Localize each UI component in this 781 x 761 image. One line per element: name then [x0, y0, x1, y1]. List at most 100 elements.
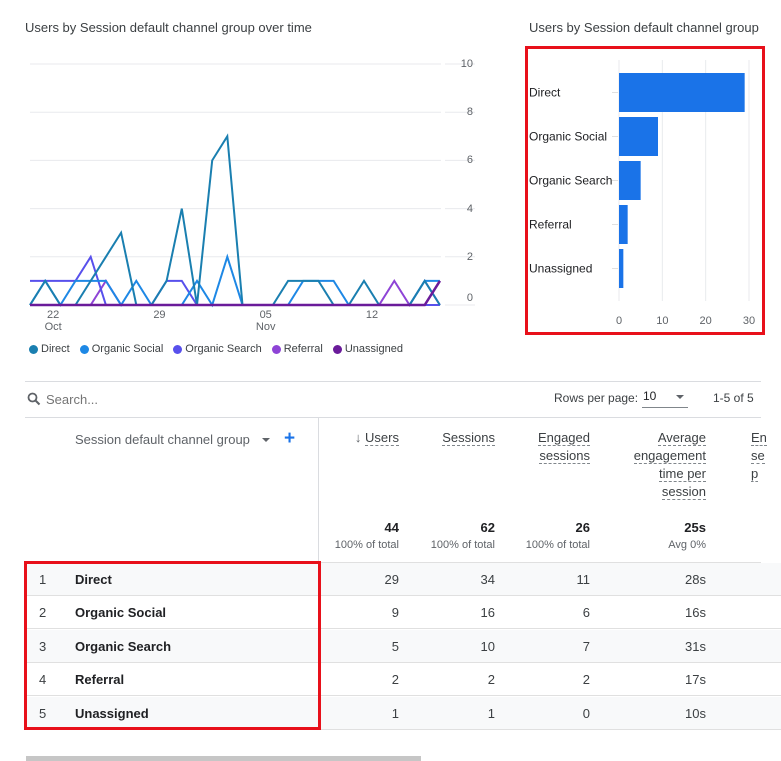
- x-tick-label: 20: [700, 315, 712, 327]
- column-total-percent: Avg 0%: [668, 539, 706, 551]
- search-icon: [27, 392, 41, 406]
- cell-users: 1: [391, 705, 399, 721]
- row-channel-name[interactable]: Unassigned: [75, 697, 275, 730]
- cell-avg-engagement-time: 16s: [685, 605, 706, 621]
- dimension-header[interactable]: Session default channel group: [75, 432, 250, 447]
- column-header[interactable]: Engaged sessions: [480, 429, 590, 465]
- table-row[interactable]: 2 Organic Social 9 16 6 16s: [25, 596, 781, 630]
- row-channel-name[interactable]: Organic Social: [75, 596, 275, 629]
- table-row[interactable]: 5 Unassigned 1 1 0 10s: [25, 696, 781, 730]
- column-header-label: engagement: [633, 448, 706, 464]
- y-tick-label: 0: [466, 292, 473, 304]
- y-tick-label: 6: [466, 154, 473, 167]
- legend-dot-icon: [173, 344, 183, 354]
- row-channel-name[interactable]: Organic Search: [75, 630, 275, 663]
- horizontal-scrollbar[interactable]: [26, 756, 421, 761]
- cell-sessions: 34: [480, 572, 495, 587]
- column-total: 62: [480, 520, 495, 535]
- series-line-referral[interactable]: [30, 279, 441, 307]
- cell-avg-engagement-time: 31s: [685, 638, 706, 654]
- column-header-label: sessions: [539, 448, 590, 464]
- column-total-percent: 100% of total: [525, 539, 590, 551]
- column-total: 44: [384, 520, 399, 535]
- bar-organic-social[interactable]: [619, 117, 658, 156]
- x-tick-day: 22: [47, 309, 60, 321]
- y-tick-label: 10: [460, 58, 473, 70]
- column-header[interactable]: Sessions: [385, 429, 495, 447]
- cell-avg-engagement-time: 10s: [685, 705, 706, 721]
- row-rank: 3: [39, 638, 47, 654]
- cell-engaged-sessions: 11: [576, 572, 591, 587]
- column-header-label: time per: [659, 466, 706, 482]
- cell-users: 2: [391, 672, 399, 688]
- x-tick-month: Nov: [255, 321, 276, 333]
- x-tick-label: 0: [616, 315, 622, 327]
- row-rank: 4: [39, 672, 47, 688]
- table-row[interactable]: 1 Direct 29 34 11 28s: [25, 563, 781, 596]
- column-header-label: p: [751, 466, 759, 482]
- legend-dot-icon: [29, 344, 38, 354]
- bar-organic-search[interactable]: [619, 161, 641, 200]
- column-total: 25s: [684, 520, 706, 535]
- cell-avg-engagement-time: 28s: [685, 572, 706, 587]
- column-total: 26: [575, 520, 590, 535]
- legend-item[interactable]: Referral: [271, 343, 323, 355]
- bar-category-label: Direct: [529, 86, 561, 100]
- cell-engaged-sessions: 6: [582, 605, 590, 621]
- series-line-unassigned-overlay: [30, 280, 441, 307]
- row-channel-name[interactable]: Direct: [75, 563, 275, 596]
- cell-sessions: 10: [480, 638, 495, 654]
- cell-avg-engagement-time: 17s: [685, 672, 706, 688]
- column-header-label: Average: [657, 430, 706, 446]
- cell-sessions: 2: [487, 672, 495, 688]
- y-tick-label: 4: [466, 202, 473, 215]
- column-header[interactable]: Average engagement time per session: [596, 429, 706, 501]
- dimension-dropdown-icon[interactable]: [262, 438, 270, 442]
- column-header[interactable]: ↓ Users: [289, 429, 399, 447]
- cell-engaged-sessions: 0: [582, 705, 590, 721]
- x-tick-label: 22 Oct: [39, 309, 67, 333]
- row-rank: 2: [39, 605, 47, 621]
- rows-per-page-label: Rows per page:: [554, 391, 639, 405]
- column-header[interactable]: En se p: [751, 429, 781, 483]
- dropdown-arrow-icon: [676, 395, 684, 399]
- legend-item[interactable]: Organic Search: [173, 343, 262, 355]
- bar-direct[interactable]: [619, 73, 745, 112]
- x-tick-month: Oct: [44, 321, 62, 333]
- sort-descending-icon[interactable]: ↓: [355, 430, 365, 445]
- x-tick-day: 29: [153, 309, 166, 321]
- table-row[interactable]: 3 Organic Search 5 10 7 31s: [25, 629, 781, 663]
- line-chart: [29, 63, 475, 308]
- legend-item[interactable]: Unassigned: [332, 343, 403, 355]
- bar-category-label: Referral: [529, 218, 572, 232]
- column-header-label: En: [751, 430, 767, 446]
- legend-label: Unassigned: [344, 343, 403, 355]
- legend-label: Direct: [41, 343, 70, 355]
- line-chart-legend: Direct Organic Social Organic Search Referr…: [29, 343, 409, 355]
- row-channel-name[interactable]: Referral: [75, 663, 275, 696]
- cell-sessions: 16: [480, 605, 495, 621]
- cell-engaged-sessions: 2: [582, 672, 590, 688]
- bar-category-label: Organic Search: [529, 174, 612, 188]
- legend-label: Organic Social: [91, 343, 164, 355]
- bar-unassigned[interactable]: [619, 249, 624, 288]
- x-tick-day: 05: [259, 309, 272, 321]
- bar-chart: Direct Organic Social Organic Search Referr…: [529, 60, 755, 327]
- line-chart-title: Users by Session default channel group o…: [25, 20, 312, 35]
- cell-users: 9: [391, 605, 399, 621]
- x-tick-label: 29: [145, 309, 173, 321]
- bar-chart-title: Users by Session default channel group: [529, 20, 759, 35]
- cell-engaged-sessions: 7: [582, 638, 590, 654]
- x-tick-label: 12: [358, 309, 386, 321]
- row-rank: 1: [39, 572, 47, 587]
- series-line-unassigned[interactable]: [30, 280, 441, 306]
- table-row[interactable]: 4 Referral 2 2 2 17s: [25, 663, 781, 697]
- legend-label: Referral: [283, 343, 323, 355]
- rows-per-page-select[interactable]: 10: [642, 386, 688, 408]
- search-input[interactable]: [46, 389, 246, 409]
- y-tick-label: 8: [466, 106, 473, 119]
- rows-per-page-value: 10: [643, 389, 657, 403]
- legend-item[interactable]: Organic Social: [79, 343, 164, 355]
- legend-item[interactable]: Direct: [29, 343, 70, 355]
- bar-referral[interactable]: [619, 205, 628, 244]
